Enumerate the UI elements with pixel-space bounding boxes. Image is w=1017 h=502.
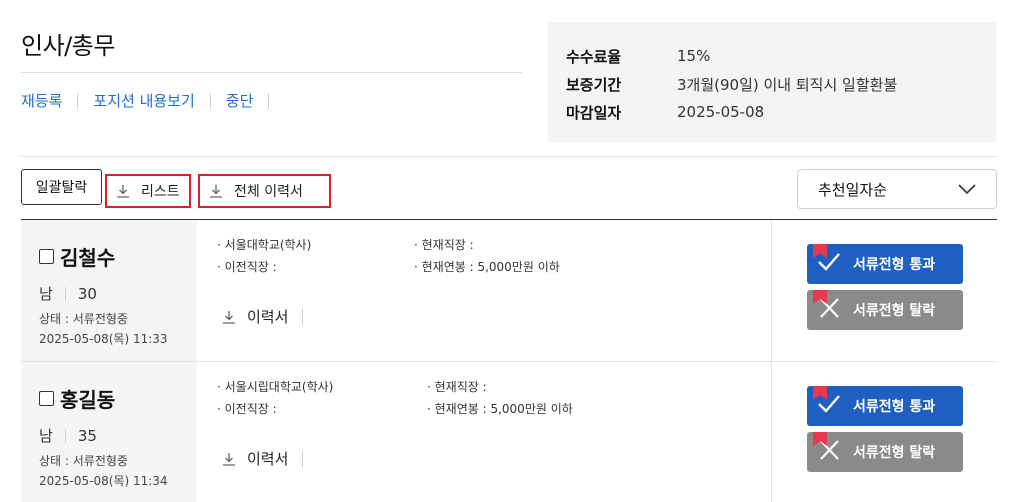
info-row-fee: 수수료율 15%	[566, 42, 997, 70]
section-divider	[21, 156, 997, 157]
candidate-checkbox[interactable]	[39, 391, 54, 406]
education: · 서울대학교(학사)	[217, 238, 312, 252]
candidate-summary: 홍길동 남 35 상태 : 서류전형중 2025-05-08(목) 11:34	[21, 362, 197, 502]
title-divider	[21, 72, 522, 73]
previous-job: · 이전직장 :	[217, 402, 277, 416]
resume-label: 이력서	[247, 450, 289, 468]
candidate-status: 상태 : 서류전형중	[39, 312, 128, 326]
education: · 서울시립대학교(학사)	[217, 380, 334, 394]
bulk-reject-button[interactable]: 일괄탈락	[21, 169, 102, 205]
candidate-name-line: 김철수	[39, 242, 197, 271]
pass-button-label: 서류전형 통과	[853, 399, 936, 415]
candidate-age: 30	[77, 284, 97, 303]
current-job: · 현재직장 :	[414, 238, 474, 252]
candidate-details: · 서울시립대학교(학사) · 이전직장 : · 현재직장 : · 현재연봉 :…	[197, 362, 771, 502]
candidate-row: 김철수 남 30 상태 : 서류전형중 2025-05-08(목) 11:33 …	[21, 220, 997, 362]
link-separator	[77, 92, 79, 109]
resume-separator	[302, 450, 304, 467]
page-title: 인사/총무	[21, 32, 115, 60]
candidate-row: 홍길동 남 35 상태 : 서류전형중 2025-05-08(목) 11:34 …	[21, 362, 997, 502]
pass-document-button[interactable]: 서류전형 통과	[807, 386, 963, 426]
candidate-date: 2025-05-08(목) 11:34	[39, 474, 168, 488]
candidate-actions: 서류전형 통과 서류전형 탈락	[771, 362, 997, 502]
candidate-age: 35	[77, 426, 97, 445]
link-separator	[209, 92, 211, 109]
fail-document-button[interactable]: 서류전형 탈락	[807, 290, 963, 330]
download-list-label: 리스트	[141, 184, 180, 200]
candidate-name-line: 홍길동	[39, 384, 197, 413]
candidate-meta: 남 30	[39, 283, 197, 304]
pass-document-button[interactable]: 서류전형 통과	[807, 244, 963, 284]
download-icon	[115, 183, 131, 199]
re-register-link[interactable]: 재등록	[21, 90, 62, 111]
candidate-gender: 남	[39, 427, 53, 445]
resume-separator	[302, 308, 304, 325]
candidate-meta: 남 35	[39, 425, 197, 446]
download-icon	[208, 183, 224, 199]
candidate-list: 김철수 남 30 상태 : 서류전형중 2025-05-08(목) 11:33 …	[21, 220, 997, 502]
previous-job: · 이전직장 :	[217, 260, 277, 274]
bookmark-flag-icon	[813, 432, 827, 446]
download-all-resumes-button[interactable]: 전체 이력서	[198, 174, 331, 208]
info-value: 15%	[677, 47, 711, 65]
candidate-checkbox[interactable]	[39, 249, 54, 264]
candidate-actions: 서류전형 통과 서류전형 탈락	[771, 220, 997, 361]
info-value: 3개월(90일) 이내 퇴직시 일할환불	[677, 75, 898, 94]
info-value: 2025-05-08	[677, 103, 765, 121]
resume-download-link[interactable]: 이력서	[221, 306, 304, 327]
pass-button-label: 서류전형 통과	[853, 257, 936, 273]
current-salary: · 현재연봉 : 5,000만원 이하	[414, 260, 560, 274]
info-row-deadline: 마감일자 2025-05-08	[566, 98, 997, 126]
meta-separator	[64, 428, 66, 443]
fail-button-label: 서류전형 탈락	[853, 445, 936, 461]
download-all-resumes-label: 전체 이력서	[234, 184, 303, 200]
resume-label: 이력서	[247, 308, 289, 326]
meta-separator	[64, 286, 66, 301]
position-info-box: 수수료율 15% 보증기간 3개월(90일) 이내 퇴직시 일할환불 마감일자 …	[547, 22, 997, 142]
bookmark-flag-icon	[813, 244, 827, 258]
info-key: 마감일자	[566, 103, 622, 122]
link-separator	[268, 92, 270, 109]
download-icon	[221, 451, 237, 467]
bookmark-flag-icon	[813, 290, 827, 304]
fail-document-button[interactable]: 서류전형 탈락	[807, 432, 963, 472]
fail-button-label: 서류전형 탈락	[853, 303, 936, 319]
candidate-status: 상태 : 서류전형중	[39, 454, 128, 468]
view-position-link[interactable]: 포지션 내용보기	[93, 90, 194, 111]
candidate-gender: 남	[39, 285, 53, 303]
resume-download-link[interactable]: 이력서	[221, 448, 304, 469]
info-key: 보증기간	[566, 75, 622, 94]
stop-link[interactable]: 중단	[226, 90, 254, 111]
download-icon	[221, 309, 237, 325]
sort-selected-label: 추천일자순	[818, 180, 888, 199]
list-toolbar: 일괄탈락 리스트 전체 이력서 추천일자순	[21, 169, 997, 209]
bookmark-flag-icon	[813, 386, 827, 400]
info-key: 수수료율	[566, 47, 622, 66]
info-row-guarantee: 보증기간 3개월(90일) 이내 퇴직시 일할환불	[566, 70, 997, 98]
candidate-summary: 김철수 남 30 상태 : 서류전형중 2025-05-08(목) 11:33	[21, 220, 197, 361]
candidate-name: 김철수	[60, 246, 116, 270]
candidate-name: 홍길동	[60, 388, 116, 412]
candidate-details: · 서울대학교(학사) · 이전직장 : · 현재직장 : · 현재연봉 : 5…	[197, 220, 771, 361]
candidate-date: 2025-05-08(목) 11:33	[39, 332, 168, 346]
action-links: 재등록 포지션 내용보기 중단	[21, 90, 284, 111]
chevron-down-icon	[958, 180, 976, 198]
current-job: · 현재직장 :	[427, 380, 487, 394]
download-list-button[interactable]: 리스트	[105, 174, 191, 208]
sort-select[interactable]: 추천일자순	[797, 169, 997, 209]
current-salary: · 현재연봉 : 5,000만원 이하	[427, 402, 573, 416]
